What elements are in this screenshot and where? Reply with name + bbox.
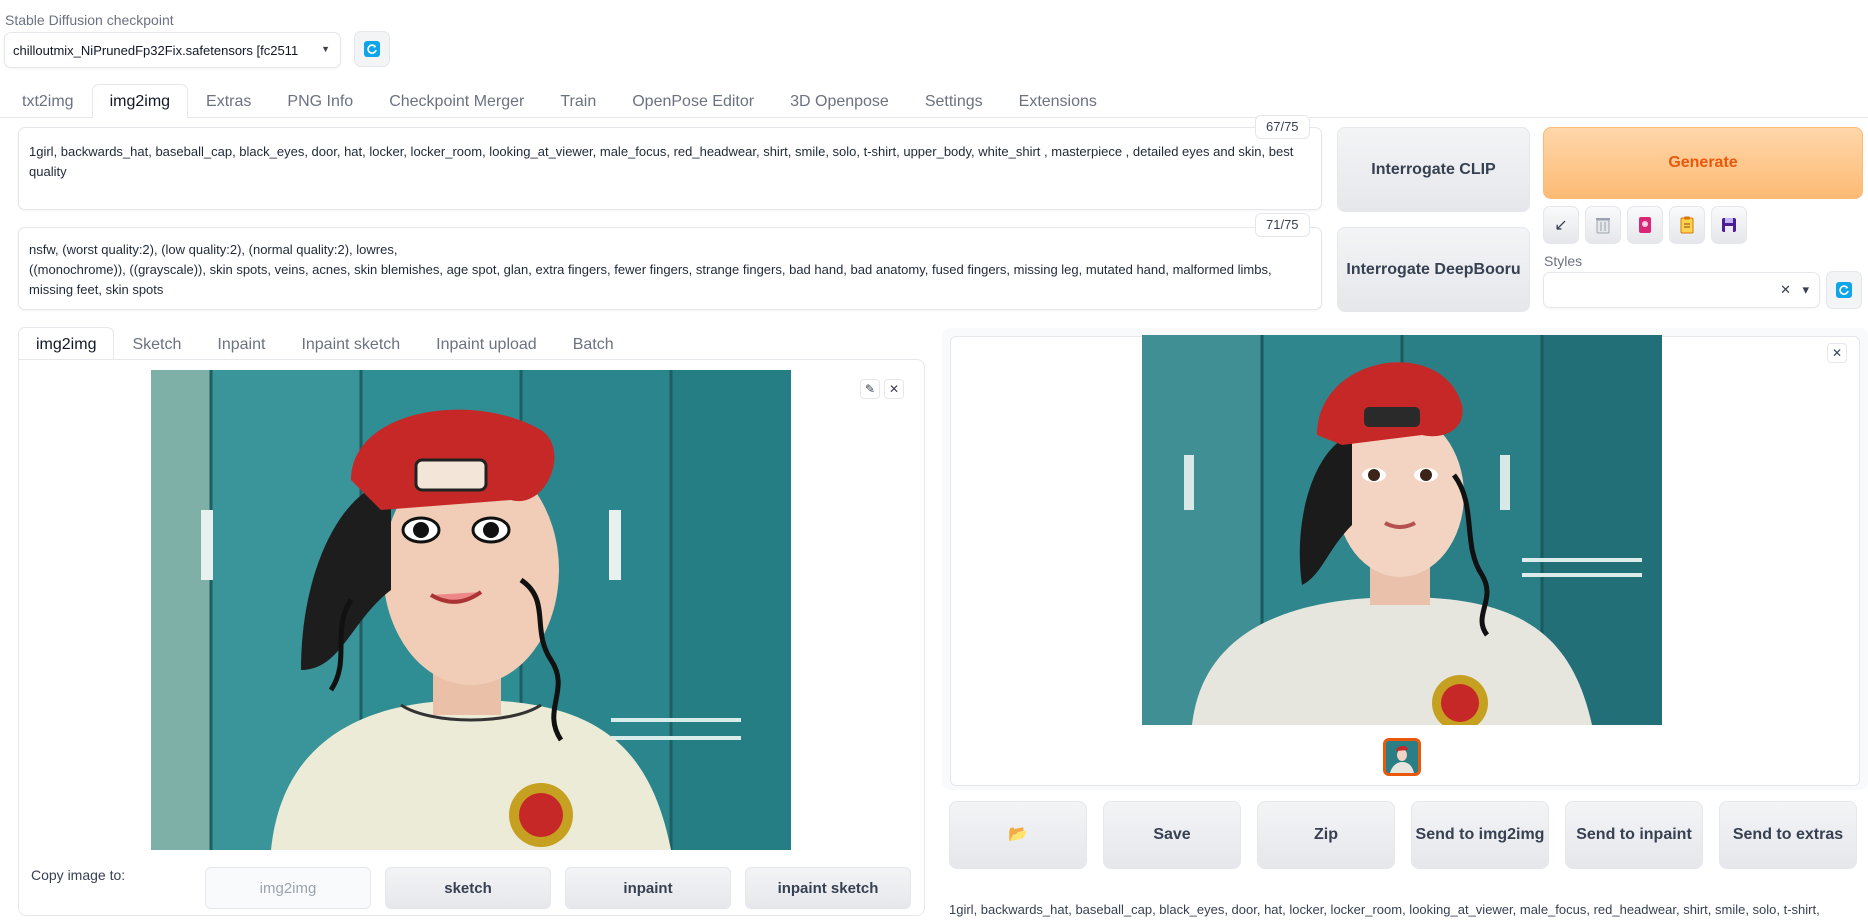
- input-tabs: img2img Sketch Inpaint Inpaint sketch In…: [18, 327, 632, 360]
- output-image[interactable]: [1142, 335, 1662, 725]
- apply-style-button[interactable]: [1669, 206, 1705, 244]
- clear-icon[interactable]: ✕: [1780, 282, 1791, 298]
- refresh-icon: [1836, 282, 1852, 298]
- tab-checkpoint-merger[interactable]: Checkpoint Merger: [371, 84, 542, 118]
- negative-prompt-input[interactable]: nsfw, (worst quality:2), (low quality:2)…: [18, 227, 1322, 310]
- open-folder-button[interactable]: 📂: [949, 801, 1087, 869]
- read-params-button[interactable]: ↙: [1543, 206, 1579, 244]
- checkpoint-label: Stable Diffusion checkpoint: [5, 12, 174, 28]
- styles-refresh-button[interactable]: [1826, 271, 1862, 309]
- prompt-text: 1girl, backwards_hat, baseball_cap, blac…: [29, 144, 1294, 179]
- tab-img2img[interactable]: img2img: [91, 84, 189, 119]
- trash-icon: [1596, 218, 1610, 234]
- prompt-token-counter: 67/75: [1255, 115, 1310, 139]
- edit-icon[interactable]: ✎: [860, 379, 880, 399]
- tab-png-info[interactable]: PNG Info: [269, 84, 371, 118]
- copy-to-inpaint-sketch-button[interactable]: inpaint sketch: [745, 867, 911, 909]
- clear-prompt-button[interactable]: [1585, 206, 1621, 244]
- checkpoint-value: chilloutmix_NiPrunedFp32Fix.safetensors …: [13, 42, 299, 58]
- chevron-down-icon: ▼: [321, 44, 330, 54]
- send-to-extras-button[interactable]: Send to extras: [1719, 801, 1857, 869]
- tab-input-inpaint[interactable]: Inpaint: [199, 327, 283, 360]
- arrow-down-left-icon: ↙: [1554, 217, 1568, 234]
- checkpoint-refresh-button[interactable]: [354, 31, 390, 67]
- interrogate-clip-button[interactable]: Interrogate CLIP: [1337, 127, 1530, 212]
- styles-select[interactable]: ✕ ▾: [1543, 272, 1820, 308]
- prompt-input[interactable]: 1girl, backwards_hat, baseball_cap, blac…: [18, 127, 1322, 210]
- output-generation-info: 1girl, backwards_hat, baseball_cap, blac…: [949, 902, 1820, 917]
- tab-input-batch[interactable]: Batch: [555, 327, 632, 360]
- save-style-button[interactable]: [1711, 206, 1747, 244]
- send-to-inpaint-button[interactable]: Send to inpaint: [1565, 801, 1703, 869]
- tab-input-inpaint-sketch[interactable]: Inpaint sketch: [283, 327, 418, 360]
- copy-to-sketch-button[interactable]: sketch: [385, 867, 551, 909]
- negative-prompt-line-1: nsfw, (worst quality:2), (low quality:2)…: [29, 242, 398, 257]
- send-to-img2img-button[interactable]: Send to img2img: [1411, 801, 1549, 869]
- negative-prompt-token-counter: 71/75: [1255, 213, 1310, 237]
- copy-image-to-label: Copy image to:: [31, 867, 126, 883]
- tab-train[interactable]: Train: [542, 84, 614, 118]
- tab-txt2img[interactable]: txt2img: [4, 84, 92, 118]
- tab-settings[interactable]: Settings: [907, 84, 1001, 118]
- refresh-icon: [364, 41, 380, 57]
- zip-button[interactable]: Zip: [1257, 801, 1395, 869]
- card-icon: [1639, 217, 1651, 233]
- save-icon: [1722, 218, 1736, 232]
- tab-extensions[interactable]: Extensions: [1001, 84, 1115, 118]
- styles-label: Styles: [1544, 253, 1583, 269]
- checkpoint-select[interactable]: chilloutmix_NiPrunedFp32Fix.safetensors …: [4, 32, 341, 68]
- tab-3d-openpose[interactable]: 3D Openpose: [772, 84, 907, 118]
- main-tabs: txt2img img2img Extras PNG Info Checkpoi…: [4, 84, 1115, 119]
- extra-networks-button[interactable]: [1627, 206, 1663, 244]
- close-icon[interactable]: ✕: [884, 379, 904, 399]
- input-image[interactable]: [151, 370, 791, 850]
- interrogate-deepbooru-button[interactable]: Interrogate DeepBooru: [1337, 227, 1530, 312]
- copy-to-inpaint-button[interactable]: inpaint: [565, 867, 731, 909]
- chevron-down-icon: ▾: [1802, 282, 1809, 297]
- copy-to-img2img-button[interactable]: img2img: [205, 867, 371, 909]
- tab-input-sketch[interactable]: Sketch: [114, 327, 199, 360]
- folder-icon: 📂: [1008, 826, 1028, 843]
- tab-openpose-editor[interactable]: OpenPose Editor: [614, 84, 772, 118]
- tab-extras[interactable]: Extras: [188, 84, 269, 118]
- output-thumbnail[interactable]: [1383, 738, 1421, 776]
- generate-button[interactable]: Generate: [1543, 127, 1863, 199]
- tab-input-inpaint-upload[interactable]: Inpaint upload: [418, 327, 555, 360]
- negative-prompt-line-3: missing feet, skin spots: [29, 282, 164, 297]
- save-button[interactable]: Save: [1103, 801, 1241, 869]
- negative-prompt-line-2: ((monochrome)), ((grayscale)), skin spot…: [29, 262, 1272, 277]
- clipboard-icon: [1680, 216, 1694, 234]
- tab-input-img2img[interactable]: img2img: [18, 327, 115, 360]
- close-icon[interactable]: ✕: [1827, 343, 1847, 363]
